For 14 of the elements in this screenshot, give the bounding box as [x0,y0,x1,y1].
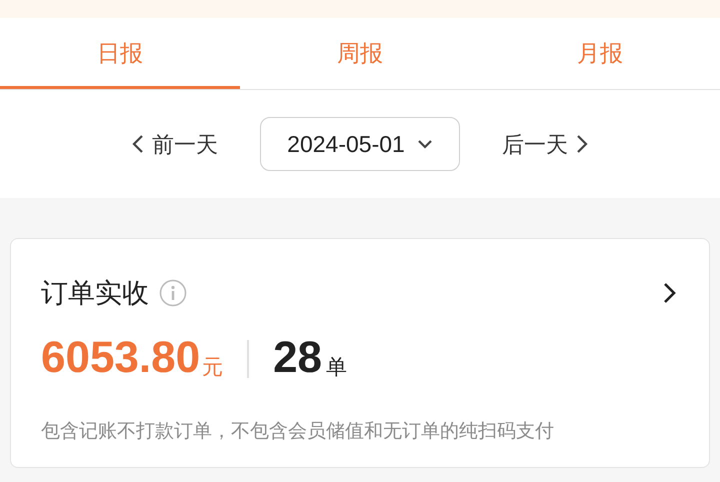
chevron-right-icon [576,134,588,154]
card-note: 包含记账不打款订单，不包含会员储值和无订单的纯扫码支付 [41,420,555,444]
next-day-button[interactable]: 后一天 [500,128,590,160]
chevron-right-icon[interactable] [663,282,677,304]
currency-unit: 元 [202,356,224,378]
date-picker[interactable]: 2024-05-01 [260,117,460,171]
order-revenue-card[interactable]: 订单实收 6053.80 元 28 单 包含记账不打款订单，不包含会员储值和无订单的纯扫码支付 [10,238,710,468]
order-count: 28 [273,336,322,380]
previous-day-button[interactable]: 前一天 [130,128,220,160]
chevron-down-icon [416,139,433,149]
revenue-amount: 6053.80 [41,336,200,380]
chevron-left-icon [132,134,144,154]
card-title: 订单实收 [41,277,149,310]
order-unit: 单 [326,356,348,378]
